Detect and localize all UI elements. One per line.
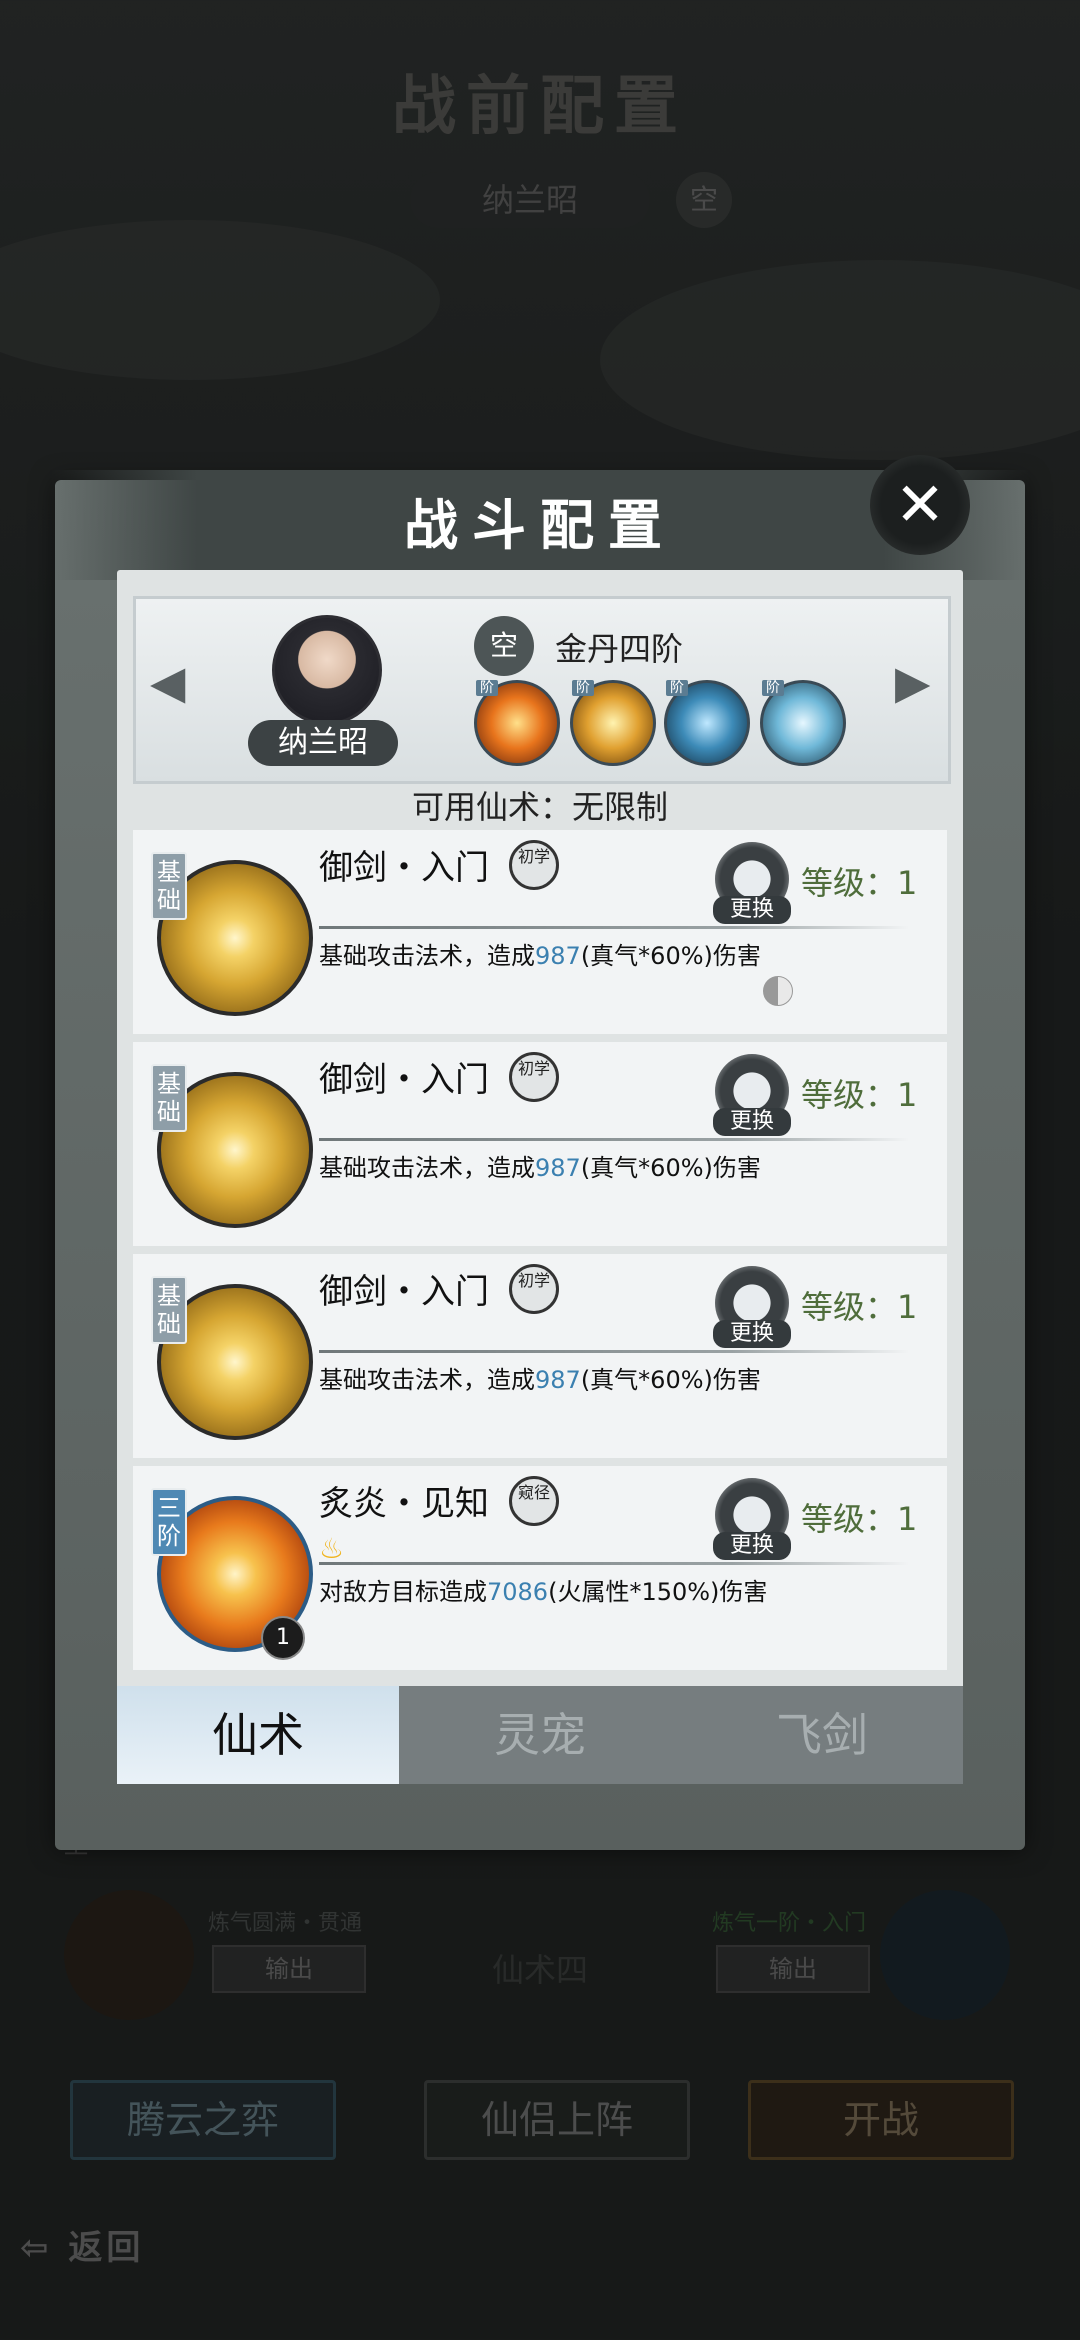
- damage-value: 7086: [487, 1578, 549, 1606]
- tab-spells[interactable]: 仙术: [117, 1686, 399, 1784]
- skill-description: 基础攻击法术，造成987(真气*60%)伤害: [319, 1154, 761, 1182]
- skill-count-badge: 1: [261, 1616, 305, 1660]
- damage-value: 987: [535, 1366, 581, 1394]
- skill-tier-tag: 阶: [666, 680, 688, 696]
- skill-type-tag: 基础: [151, 852, 187, 920]
- hero-name: 纳兰昭: [248, 720, 398, 766]
- skill-type-tag: 基础: [151, 1276, 187, 1344]
- skill-name: 御剑・入门: [319, 1060, 489, 1100]
- skill-stage-badge: 初学: [509, 1264, 559, 1314]
- skill-row[interactable]: 基础 御剑・入门 初学 更换 等级：1 基础攻击法术，造成987(真气*60%)…: [133, 830, 947, 1034]
- skill-type-tag: 基础: [151, 1064, 187, 1132]
- skill-description: 对敌方目标造成7086(火属性*150%)伤害: [319, 1578, 768, 1606]
- flame-icon: ♨: [319, 1532, 345, 1565]
- skill-name: 御剑・入门: [319, 1272, 489, 1312]
- divider: [319, 1138, 909, 1141]
- divider: [319, 926, 909, 929]
- damage-value: 987: [535, 942, 581, 970]
- skill-name: 炙炎・见知: [319, 1484, 489, 1524]
- hero-avatar: [272, 615, 382, 725]
- skill-name: 御剑・入门: [319, 848, 489, 888]
- skill-row[interactable]: 基础 御剑・入门 初学 更换 等级：1 基础攻击法术，造成987(真气*60%)…: [133, 1042, 947, 1246]
- skill-level: 等级：1: [801, 1076, 918, 1114]
- skill-tier-tag: 阶: [476, 680, 498, 696]
- divider: [319, 1562, 909, 1565]
- tab-pets[interactable]: 灵宠: [399, 1686, 681, 1784]
- skill-level: 等级：1: [801, 1500, 918, 1538]
- skill-description: 基础攻击法术，造成987(真气*60%)伤害: [319, 1366, 761, 1394]
- realm-badge: 空: [474, 616, 534, 676]
- next-hero-arrow-icon[interactable]: ▶: [895, 655, 930, 709]
- skill-tier-tag: 阶: [572, 680, 594, 696]
- skill-level: 等级：1: [801, 1288, 918, 1326]
- skill-type-tag: 三阶: [151, 1488, 187, 1556]
- swap-button[interactable]: 更换: [713, 896, 791, 924]
- skill-stage-badge: 初学: [509, 1052, 559, 1102]
- swap-button[interactable]: 更换: [713, 1532, 791, 1560]
- yinyang-icon: [763, 976, 793, 1006]
- swap-button[interactable]: 更换: [713, 1108, 791, 1136]
- close-icon[interactable]: ✕: [870, 455, 970, 555]
- skill-row[interactable]: 三阶 1 炙炎・见知 窥径 ♨ 更换 等级：1 对敌方目标造成7086(火属性*…: [133, 1466, 947, 1670]
- skill-description: 基础攻击法术，造成987(真气*60%)伤害: [319, 942, 761, 970]
- skill-stage-badge: 初学: [509, 840, 559, 890]
- hero-realm: 金丹四阶: [555, 630, 684, 668]
- skill-tier-tag: 阶: [762, 680, 784, 696]
- skill-row[interactable]: 基础 御剑・入门 初学 更换 等级：1 基础攻击法术，造成987(真气*60%)…: [133, 1254, 947, 1458]
- divider: [319, 1350, 909, 1353]
- swap-button[interactable]: 更换: [713, 1320, 791, 1348]
- skill-stage-badge: 窥径: [509, 1476, 559, 1526]
- tab-flying-sword[interactable]: 飞剑: [681, 1686, 963, 1784]
- skill-level: 等级：1: [801, 864, 918, 902]
- prev-hero-arrow-icon[interactable]: ◀: [150, 655, 185, 709]
- available-spells-label: 可用仙术：无限制: [411, 788, 668, 826]
- damage-value: 987: [535, 1154, 581, 1182]
